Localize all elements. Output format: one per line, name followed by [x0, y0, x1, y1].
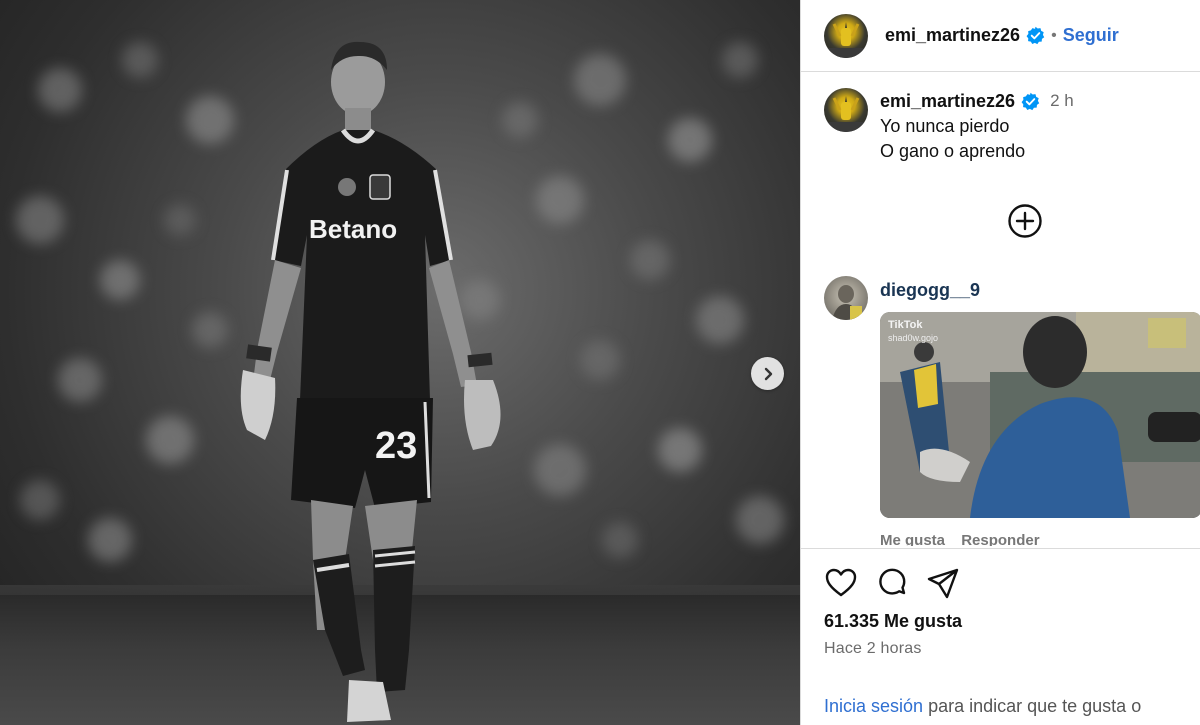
- plus-circle-icon: [1008, 204, 1042, 238]
- gif-image: TikTok shad0w.gojo: [880, 312, 1200, 518]
- avatar-image: [824, 96, 868, 132]
- jersey-sponsor: Betano: [309, 214, 397, 244]
- login-link[interactable]: Inicia sesión: [824, 696, 923, 716]
- comment-actions: Me gusta Responder: [880, 532, 1200, 546]
- comment-body: diegogg__9 TikTok shad0w.gojo Me gusta R…: [880, 276, 1200, 546]
- heart-icon[interactable]: [824, 566, 858, 600]
- caption-line: O gano o aprendo: [880, 141, 1026, 161]
- post-actions: [801, 548, 1200, 600]
- post-age: Hace 2 horas: [824, 640, 922, 657]
- caption-body: emi_martinez26 2 h Yo nunca pierdo O gan…: [880, 88, 1074, 164]
- comment-like-button[interactable]: Me gusta: [880, 532, 945, 546]
- gif-watermark: TikTok: [888, 319, 923, 331]
- verified-badge-icon: [1026, 26, 1045, 45]
- likes-count[interactable]: 61.335 Me gusta: [824, 611, 962, 632]
- jersey-number: 23: [375, 425, 417, 467]
- avatar-image: [832, 285, 862, 320]
- caption-line: Yo nunca pierdo: [880, 116, 1010, 136]
- chevron-right-icon: [764, 367, 772, 380]
- comment-gif[interactable]: TikTok shad0w.gojo: [880, 312, 1200, 518]
- share-icon[interactable]: [926, 566, 960, 600]
- caption-time[interactable]: 2 h: [1050, 91, 1074, 111]
- login-prompt: Inicia sesión para indicar que te gusta …: [824, 696, 1141, 717]
- header-username[interactable]: emi_martinez26: [885, 25, 1020, 46]
- post-panel: emi_martinez26 • Seguir emi_martinez26 2…: [800, 0, 1200, 725]
- comment-reply-button[interactable]: Responder: [961, 532, 1039, 546]
- next-image-button[interactable]: [751, 357, 784, 390]
- follow-button[interactable]: Seguir: [1063, 25, 1119, 46]
- login-prompt-text: para indicar que te gusta o: [923, 696, 1142, 716]
- post-header: emi_martinez26 • Seguir: [801, 0, 1200, 72]
- gif-handle: shad0w.gojo: [888, 333, 938, 343]
- comment-icon[interactable]: [875, 566, 909, 600]
- commenter-username[interactable]: diegogg__9: [880, 276, 1200, 304]
- caption-avatar[interactable]: [824, 88, 868, 132]
- goalkeeper-figure: Betano 23: [240, 41, 501, 722]
- comment: diegogg__9 TikTok shad0w.gojo Me gusta R…: [824, 276, 1200, 546]
- header-separator: •: [1051, 26, 1057, 44]
- load-more-comments-button[interactable]: [1007, 203, 1043, 239]
- avatar-image: [824, 21, 868, 58]
- commenter-avatar[interactable]: [824, 276, 868, 320]
- verified-badge-icon: [1021, 92, 1040, 111]
- post-media[interactable]: Betano 23: [0, 0, 800, 725]
- author-avatar[interactable]: [824, 13, 868, 58]
- caption-username[interactable]: emi_martinez26: [880, 91, 1015, 112]
- post-caption: emi_martinez26 2 h Yo nunca pierdo O gan…: [824, 88, 1074, 164]
